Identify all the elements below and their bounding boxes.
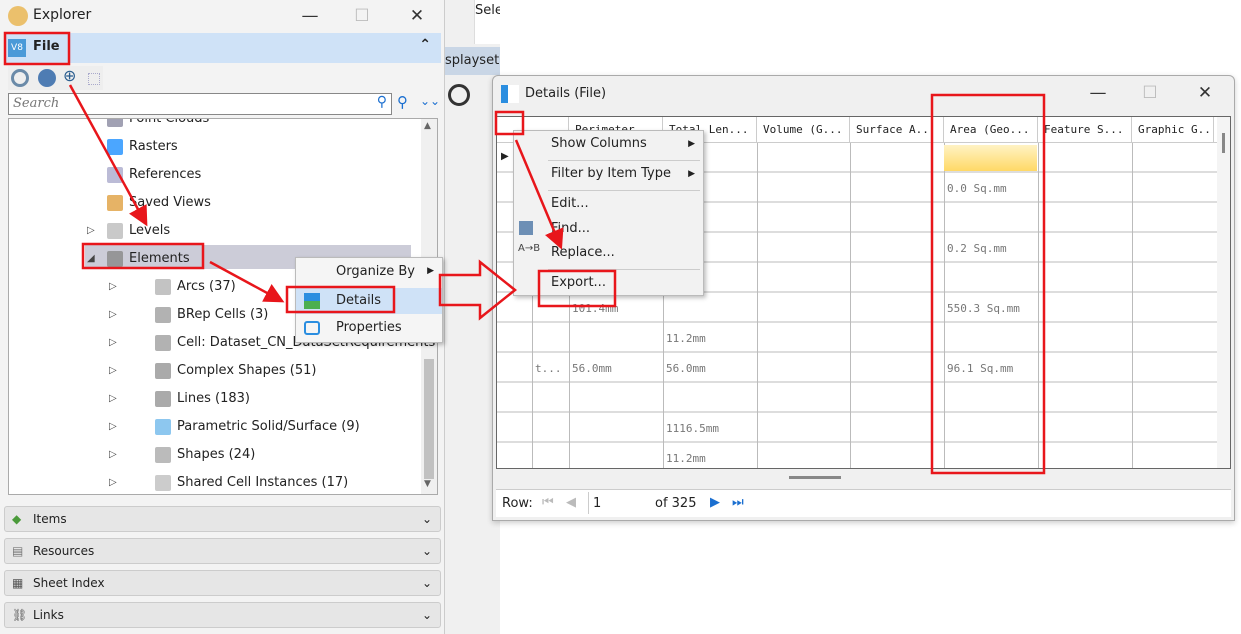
highlight-box-details	[285, 285, 396, 314]
highlight-box-area-column	[930, 93, 1046, 475]
annotation-arrow	[514, 139, 564, 250]
annotation-arrow	[209, 260, 285, 303]
highlight-box-export	[537, 269, 617, 308]
big-arrow-icon	[438, 259, 518, 321]
annotation-overlay	[3, 31, 1046, 475]
annotation-arrow	[68, 84, 148, 227]
highlight-box-row-selector	[494, 110, 525, 136]
highlight-box-file	[3, 31, 71, 66]
highlight-box-elements	[81, 242, 205, 270]
